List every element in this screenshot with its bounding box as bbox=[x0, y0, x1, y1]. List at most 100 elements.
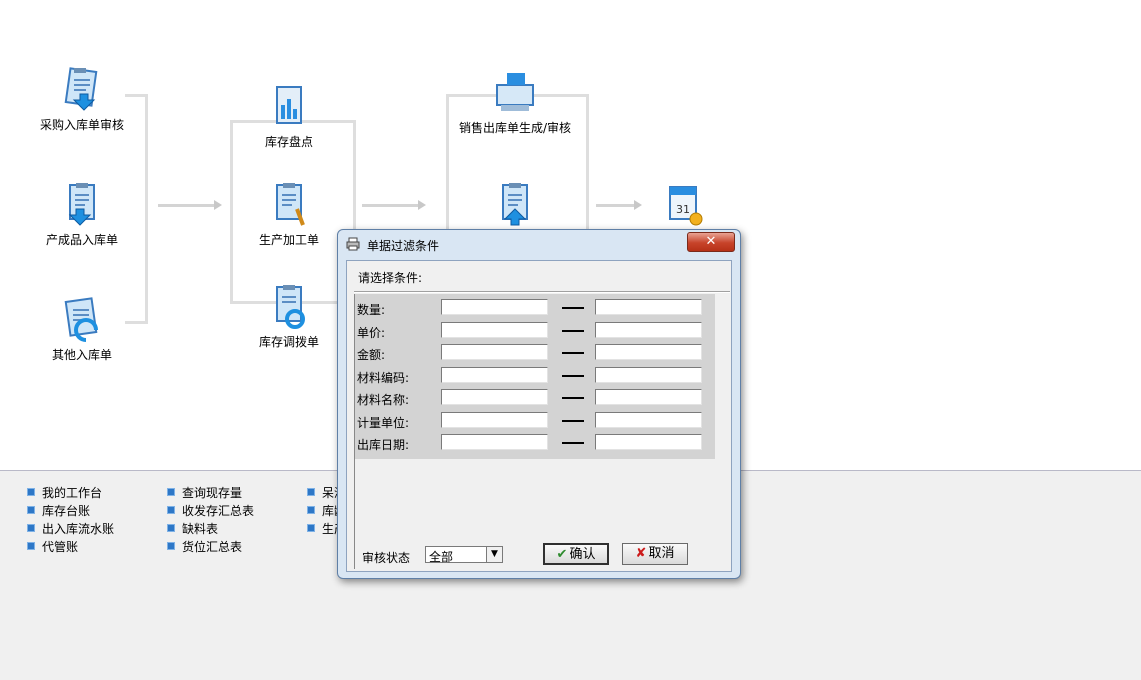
flow-node-label: 采购入库单审核 bbox=[39, 118, 124, 132]
bullet-icon bbox=[167, 542, 175, 550]
quantity-to-input[interactable] bbox=[595, 299, 702, 315]
printer-icon bbox=[346, 237, 360, 251]
material-code-to-input[interactable] bbox=[595, 367, 702, 383]
calendar-coins-icon: 31 bbox=[669, 186, 703, 226]
bullet-icon bbox=[307, 524, 315, 532]
link-custody-ledger[interactable]: 代管账 bbox=[27, 538, 114, 556]
link-label: 缺料表 bbox=[182, 522, 219, 536]
condition-panel: 数量: 单价: 金额: 材料编码: 材料名称: 计量单位: 出库日期: bbox=[354, 294, 727, 569]
svg-text:31: 31 bbox=[676, 203, 690, 216]
flow-node-label: 销售出库单生成/审核 bbox=[458, 121, 572, 135]
bullet-icon bbox=[167, 524, 175, 532]
clipboard-inbound-icon bbox=[64, 67, 98, 111]
material-name-from-input[interactable] bbox=[441, 389, 548, 405]
link-stock-ledger[interactable]: 库存台账 bbox=[27, 502, 114, 520]
checkmark-icon: ✔ bbox=[556, 547, 568, 562]
range-dash bbox=[562, 420, 584, 422]
condition-grid: 数量: 单价: 金额: 材料编码: 材料名称: 计量单位: 出库日期: bbox=[355, 294, 715, 459]
confirm-button[interactable]: ✔ 确认 bbox=[543, 543, 609, 565]
row-label: 单价: bbox=[357, 326, 386, 340]
condition-row-amount: 金额: bbox=[355, 341, 715, 363]
flow-node-period-close[interactable]: 31 bbox=[624, 181, 744, 231]
clipboard-other-icon bbox=[64, 297, 98, 342]
range-dash bbox=[562, 307, 584, 309]
quick-links-col-1: 我的工作台 库存台账 出入库流水账 代管账 bbox=[27, 484, 114, 556]
audit-status-value: 全部 bbox=[429, 550, 454, 564]
flow-node-outbound[interactable] bbox=[455, 181, 575, 231]
condition-row-price: 单价: bbox=[355, 319, 715, 341]
flow-node-stocktake[interactable]: 库存盘点 bbox=[229, 83, 349, 150]
confirm-label: 确认 bbox=[569, 547, 596, 562]
flow-node-purchase-inbound-audit[interactable]: 采购入库单审核 bbox=[22, 66, 142, 133]
dialog-titlebar[interactable]: 单据过滤条件 ✕ bbox=[338, 230, 740, 258]
range-dash bbox=[562, 352, 584, 354]
audit-status-select[interactable]: 全部 ▼ bbox=[425, 546, 503, 564]
link-query-stock[interactable]: 查询现存量 bbox=[167, 484, 254, 502]
x-mark-icon: ✘ bbox=[635, 546, 647, 561]
quantity-from-input[interactable] bbox=[441, 299, 548, 315]
unit-to-input[interactable] bbox=[595, 412, 702, 428]
range-dash bbox=[562, 397, 584, 399]
condition-row-material-name: 材料名称: bbox=[355, 386, 715, 408]
flow-arrow bbox=[158, 200, 222, 210]
link-label: 货位汇总表 bbox=[182, 540, 243, 554]
flow-node-label: 库存盘点 bbox=[264, 135, 313, 149]
dialog-title: 单据过滤条件 bbox=[367, 239, 440, 253]
close-button[interactable]: ✕ bbox=[687, 232, 735, 252]
link-label: 出入库流水账 bbox=[42, 522, 115, 536]
bullet-icon bbox=[27, 506, 35, 514]
dialog-body: 请选择条件: 数量: 单价: 金额: 材料编码: 材料名称: 计量单位: 出库日… bbox=[346, 260, 732, 572]
bullet-icon bbox=[167, 488, 175, 496]
cancel-button[interactable]: ✘ 取消 bbox=[622, 543, 688, 565]
close-icon: ✕ bbox=[705, 234, 717, 249]
price-to-input[interactable] bbox=[595, 322, 702, 338]
outbound-date-from-input[interactable] bbox=[441, 434, 548, 450]
flow-node-other-inbound[interactable]: 其他入库单 bbox=[22, 296, 142, 363]
range-dash bbox=[562, 442, 584, 444]
bullet-icon bbox=[167, 506, 175, 514]
material-name-to-input[interactable] bbox=[595, 389, 702, 405]
divider bbox=[354, 291, 730, 293]
dropdown-arrow-icon[interactable]: ▼ bbox=[486, 547, 502, 562]
link-inout-summary[interactable]: 收发存汇总表 bbox=[167, 502, 254, 520]
range-dash bbox=[562, 330, 584, 332]
amount-from-input[interactable] bbox=[441, 344, 548, 360]
flow-node-stock-transfer[interactable]: 库存调拨单 bbox=[229, 283, 349, 350]
link-label: 查询现存量 bbox=[182, 486, 243, 500]
unit-from-input[interactable] bbox=[441, 412, 548, 428]
outbound-date-to-input[interactable] bbox=[595, 434, 702, 450]
computer-sales-icon bbox=[496, 73, 534, 111]
row-label: 材料名称: bbox=[357, 393, 410, 407]
link-inout-journal[interactable]: 出入库流水账 bbox=[27, 520, 114, 538]
flow-node-label: 生产加工单 bbox=[258, 233, 319, 247]
link-location-summary[interactable]: 货位汇总表 bbox=[167, 538, 254, 556]
bullet-icon bbox=[27, 542, 35, 550]
clipboard-outbound-icon bbox=[502, 183, 528, 226]
row-label: 数量: bbox=[357, 303, 386, 317]
clipboard-product-icon bbox=[68, 183, 95, 226]
amount-to-input[interactable] bbox=[595, 344, 702, 360]
range-dash bbox=[562, 375, 584, 377]
row-label: 金额: bbox=[357, 348, 386, 362]
clipboard-transfer-icon bbox=[276, 285, 305, 329]
bullet-icon bbox=[307, 506, 315, 514]
flow-node-label: 产成品入库单 bbox=[45, 233, 118, 247]
link-label: 代管账 bbox=[42, 540, 79, 554]
link-shortage-report[interactable]: 缺料表 bbox=[167, 520, 254, 538]
flow-node-finished-goods-inbound[interactable]: 产成品入库单 bbox=[22, 181, 142, 248]
flow-node-label: 库存调拨单 bbox=[258, 335, 319, 349]
flow-node-sales-outbound[interactable]: 销售出库单生成/审核 bbox=[455, 69, 575, 136]
link-my-workbench[interactable]: 我的工作台 bbox=[27, 484, 114, 502]
condition-row-material-code: 材料编码: bbox=[355, 364, 715, 386]
price-from-input[interactable] bbox=[441, 322, 548, 338]
clipboard-tools-icon bbox=[276, 183, 305, 226]
material-code-from-input[interactable] bbox=[441, 367, 548, 383]
condition-row-unit: 计量单位: bbox=[355, 409, 715, 431]
flow-arrow bbox=[362, 200, 426, 210]
bullet-icon bbox=[27, 524, 35, 532]
cancel-label: 取消 bbox=[648, 546, 675, 561]
flow-node-production-order[interactable]: 生产加工单 bbox=[229, 181, 349, 248]
link-label: 收发存汇总表 bbox=[182, 504, 255, 518]
condition-row-quantity: 数量: bbox=[355, 296, 715, 318]
chart-clipboard-icon bbox=[276, 86, 302, 124]
